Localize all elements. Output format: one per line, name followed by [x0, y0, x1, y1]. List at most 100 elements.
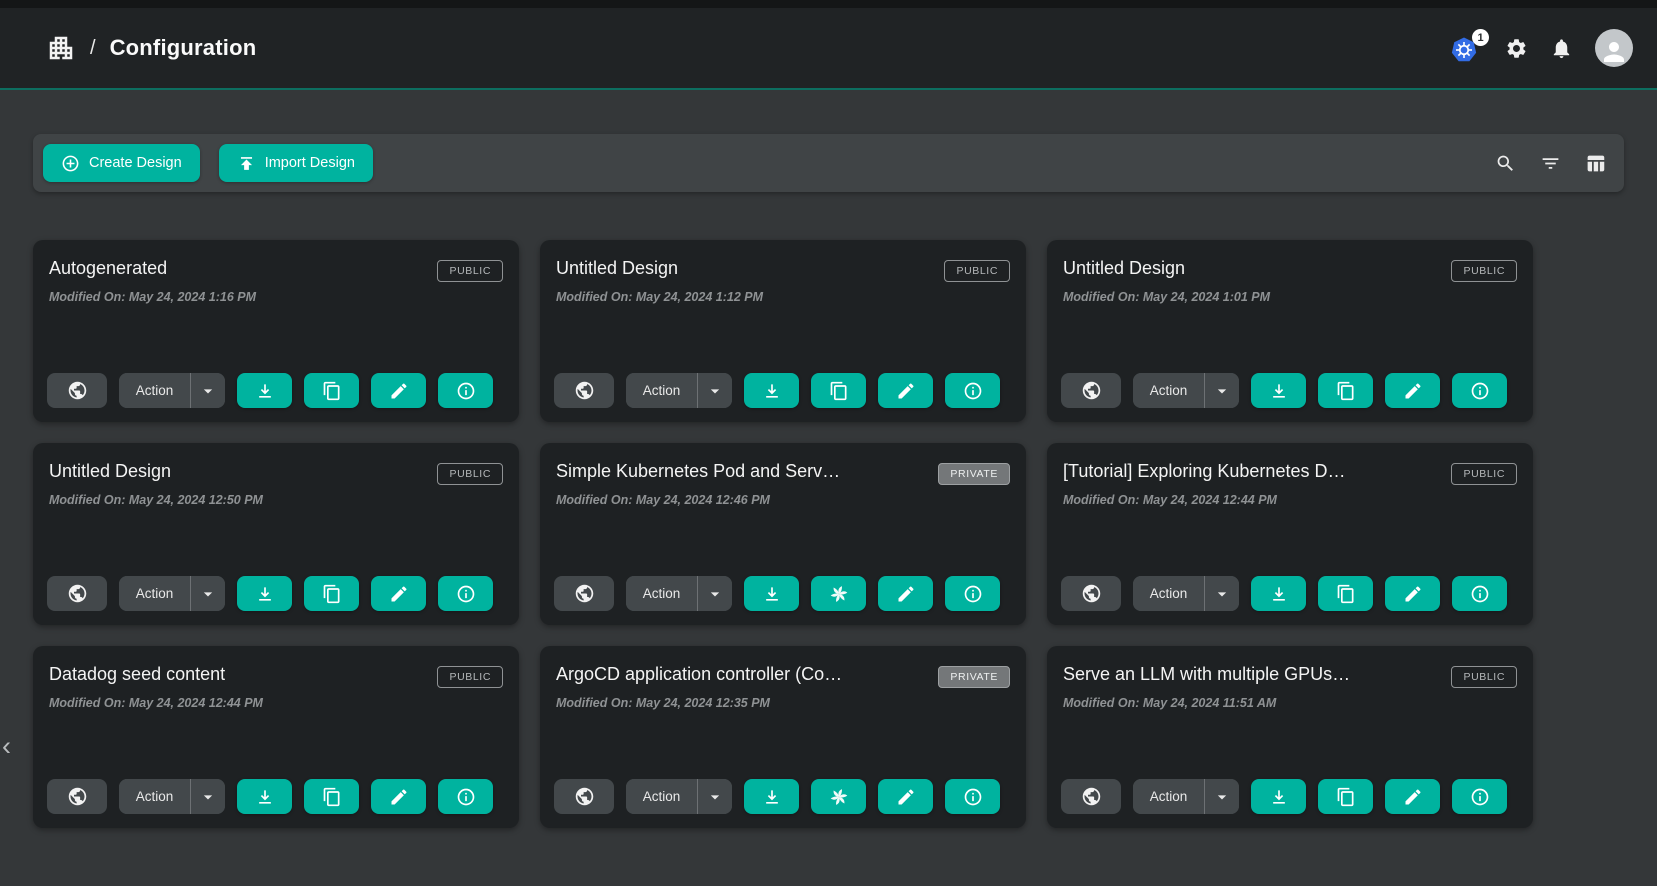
download-button[interactable]	[237, 779, 292, 814]
breadcrumb: / Configuration	[46, 33, 256, 63]
edit-button[interactable]	[1385, 373, 1440, 408]
info-icon	[1470, 787, 1490, 807]
import-design-button[interactable]: Import Design	[219, 144, 373, 182]
action-dropdown-button[interactable]	[1205, 576, 1239, 611]
visibility-globe-button[interactable]	[47, 576, 107, 611]
info-button[interactable]	[945, 576, 1000, 611]
globe-icon	[1081, 380, 1102, 401]
download-button[interactable]	[1251, 576, 1306, 611]
design-card: Untitled Design PUBLIC Modified On: May …	[33, 443, 519, 625]
action-button[interactable]: Action	[626, 779, 697, 814]
info-button[interactable]	[945, 373, 1000, 408]
card-actions: Action	[47, 779, 505, 814]
edit-button[interactable]	[878, 576, 933, 611]
design-title: Autogenerated	[49, 258, 167, 279]
user-avatar[interactable]	[1595, 29, 1633, 67]
notifications-button[interactable]	[1550, 37, 1573, 60]
design-card: [Tutorial] Exploring Kubernetes D… PUBLI…	[1047, 443, 1533, 625]
edit-button[interactable]	[371, 373, 426, 408]
info-button[interactable]	[438, 373, 493, 408]
action-dropdown-button[interactable]	[191, 779, 225, 814]
edit-button[interactable]	[1385, 779, 1440, 814]
swirl-icon	[829, 584, 849, 604]
chevron-down-icon	[1212, 381, 1232, 401]
action-dropdown-button[interactable]	[1205, 779, 1239, 814]
visibility-globe-button[interactable]	[1061, 779, 1121, 814]
design-card: ArgoCD application controller (Co… PRIVA…	[540, 646, 1026, 828]
info-button[interactable]	[438, 779, 493, 814]
visibility-globe-button[interactable]	[47, 373, 107, 408]
action-button[interactable]: Action	[1133, 373, 1204, 408]
action-split-button: Action	[1133, 373, 1239, 408]
clone-button[interactable]	[811, 373, 866, 408]
info-button[interactable]	[1452, 779, 1507, 814]
card-header: Datadog seed content PUBLIC	[49, 664, 503, 688]
table-view-button[interactable]	[1585, 153, 1606, 174]
action-button[interactable]: Action	[1133, 779, 1204, 814]
card-actions: Action	[1061, 576, 1519, 611]
edit-button[interactable]	[371, 779, 426, 814]
info-icon	[963, 381, 983, 401]
clone-button[interactable]	[1318, 779, 1373, 814]
clone-button[interactable]	[304, 779, 359, 814]
info-button[interactable]	[1452, 576, 1507, 611]
create-design-button[interactable]: Create Design	[43, 144, 200, 182]
clone-button[interactable]	[304, 373, 359, 408]
drawer-collapse-icon[interactable]: ‹	[2, 733, 11, 760]
edit-button[interactable]	[878, 779, 933, 814]
action-button[interactable]: Action	[119, 779, 190, 814]
edit-button[interactable]	[371, 576, 426, 611]
action-dropdown-button[interactable]	[698, 373, 732, 408]
action-button[interactable]: Action	[626, 373, 697, 408]
connection-count-badge: 1	[1472, 29, 1489, 46]
apartment-icon[interactable]	[46, 33, 76, 63]
action-button[interactable]: Action	[119, 576, 190, 611]
action-dropdown-button[interactable]	[698, 576, 732, 611]
info-button[interactable]	[1452, 373, 1507, 408]
clone-button[interactable]	[811, 779, 866, 814]
clone-button[interactable]	[1318, 373, 1373, 408]
clone-button[interactable]	[1318, 576, 1373, 611]
edit-button[interactable]	[1385, 576, 1440, 611]
action-dropdown-button[interactable]	[191, 576, 225, 611]
clone-button[interactable]	[811, 576, 866, 611]
download-button[interactable]	[744, 373, 799, 408]
card-actions: Action	[554, 779, 1012, 814]
modified-timestamp: Modified On: May 24, 2024 11:51 AM	[1063, 696, 1517, 710]
action-button[interactable]: Action	[626, 576, 697, 611]
globe-icon	[574, 583, 595, 604]
clone-button[interactable]	[304, 576, 359, 611]
visibility-globe-button[interactable]	[554, 576, 614, 611]
action-dropdown-button[interactable]	[191, 373, 225, 408]
search-button[interactable]	[1495, 153, 1516, 174]
action-button[interactable]: Action	[1133, 576, 1204, 611]
info-icon	[456, 584, 476, 604]
visibility-globe-button[interactable]	[47, 779, 107, 814]
download-button[interactable]	[1251, 373, 1306, 408]
edit-button[interactable]	[878, 373, 933, 408]
info-button[interactable]	[945, 779, 1000, 814]
action-dropdown-button[interactable]	[1205, 373, 1239, 408]
globe-icon	[67, 786, 88, 807]
design-title: Untitled Design	[1063, 258, 1185, 279]
info-button[interactable]	[438, 576, 493, 611]
visibility-globe-button[interactable]	[554, 779, 614, 814]
download-button[interactable]	[744, 779, 799, 814]
action-dropdown-button[interactable]	[698, 779, 732, 814]
download-icon	[762, 584, 782, 604]
action-split-button: Action	[626, 576, 732, 611]
visibility-globe-button[interactable]	[1061, 576, 1121, 611]
download-button[interactable]	[237, 373, 292, 408]
action-button[interactable]: Action	[119, 373, 190, 408]
download-button[interactable]	[1251, 779, 1306, 814]
download-icon	[255, 381, 275, 401]
download-button[interactable]	[744, 576, 799, 611]
download-button[interactable]	[237, 576, 292, 611]
action-split-button: Action	[119, 576, 225, 611]
visibility-globe-button[interactable]	[1061, 373, 1121, 408]
download-icon	[1269, 787, 1289, 807]
visibility-globe-button[interactable]	[554, 373, 614, 408]
settings-button[interactable]	[1505, 37, 1528, 60]
filter-button[interactable]	[1540, 153, 1561, 174]
kubernetes-connection-button[interactable]: 1	[1449, 32, 1483, 64]
